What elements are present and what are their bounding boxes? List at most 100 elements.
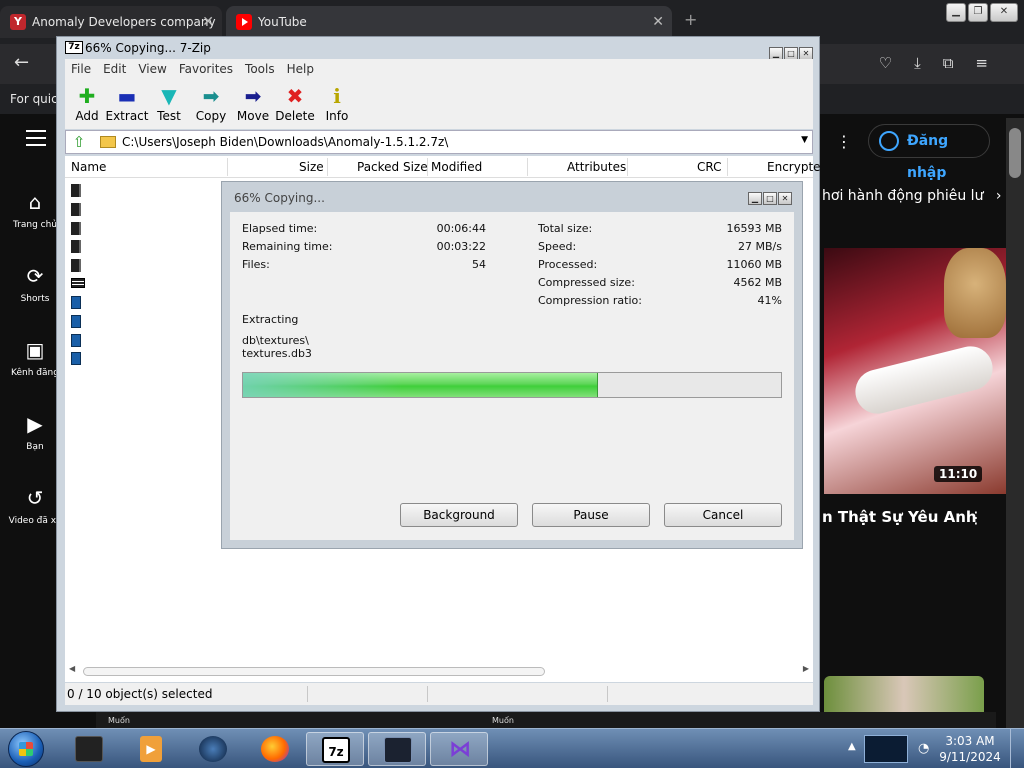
up-folder-icon[interactable]: ⇧ xyxy=(68,133,90,151)
processed-row: Processed: 11060 MB xyxy=(538,258,782,271)
chip-label: hơi hành động phiêu lư xyxy=(822,188,984,204)
column-crc[interactable]: CRC xyxy=(697,160,722,174)
menu-help[interactable]: Help xyxy=(287,62,314,76)
scrollbar-thumb[interactable] xyxy=(83,667,545,676)
compressed-size-row: Compressed size: 4562 MB xyxy=(538,276,782,289)
new-tab-button[interactable]: + xyxy=(684,10,697,29)
browser-tab-title: Anomaly Developers company xyxy=(32,15,216,29)
minimize-button[interactable]: ▁ xyxy=(946,3,966,22)
file-icon[interactable] xyxy=(71,296,81,309)
menu-favorites[interactable]: Favorites xyxy=(179,62,233,76)
chevron-down-icon[interactable]: ▼ xyxy=(801,135,808,145)
current-path: db\textures\ xyxy=(242,334,309,347)
menu-tools[interactable]: Tools xyxy=(245,62,275,76)
file-icon[interactable] xyxy=(71,240,81,253)
column-attributes[interactable]: Attributes xyxy=(567,160,626,174)
scroll-image xyxy=(850,341,998,419)
file-icon[interactable] xyxy=(71,352,81,365)
menu-bar: File Edit View Favorites Tools Help xyxy=(65,59,813,79)
compression-ratio-row: Compression ratio: 41% xyxy=(538,294,782,307)
minimize-button[interactable]: ▁ xyxy=(748,192,762,205)
address-path[interactable]: C:\Users\Joseph Biden\Downloads\Anomaly-… xyxy=(122,135,448,149)
taskbar-app-vlc[interactable]: ▶ xyxy=(122,732,180,766)
pause-button[interactable]: Pause xyxy=(532,503,650,527)
extract-button[interactable]: ▬ Extract xyxy=(105,83,149,123)
taskbar-app-globe[interactable] xyxy=(184,732,242,766)
delete-button[interactable]: ✖ Delete xyxy=(273,83,317,123)
taskbar-app-media[interactable] xyxy=(60,732,118,766)
tray-expand-icon[interactable]: ▲ xyxy=(848,741,856,752)
show-desktop-button[interactable] xyxy=(1010,729,1024,768)
column-modified[interactable]: Modified xyxy=(431,160,482,174)
video-duration-badge: 11:10 xyxy=(934,466,983,482)
taskbar-app-monitor[interactable] xyxy=(368,732,426,766)
tray-app-icon[interactable] xyxy=(864,735,908,763)
close-button[interactable]: ✕ xyxy=(778,192,792,205)
browser-tab-moddb[interactable]: Y Anomaly Developers company ✕ xyxy=(0,6,222,38)
video-thumbnail[interactable] xyxy=(824,248,1006,494)
browser-window-controls: ▁ ❐ ✕ xyxy=(944,3,1018,22)
sevenzip-titlebar[interactable]: 7z 66% Copying... 7-Zip ▁ □ ✕ xyxy=(57,37,819,60)
column-packed-size[interactable]: Packed Size xyxy=(357,160,428,174)
info-button[interactable]: i Info xyxy=(315,83,359,123)
horizontal-scrollbar[interactable]: ◀ ▶ xyxy=(69,664,809,678)
maximize-button[interactable]: ❐ xyxy=(968,3,988,22)
more-options-icon[interactable]: ⋮ xyxy=(836,132,852,151)
video-title[interactable]: n Thật Sự Yêu Anh xyxy=(822,508,977,526)
column-encrypted[interactable]: Encrypte xyxy=(767,160,821,174)
selection-status: 0 / 10 object(s) selected xyxy=(67,687,213,701)
close-tab-icon[interactable]: ✕ xyxy=(202,6,214,38)
tool-label: Info xyxy=(325,109,349,123)
back-arrow-icon[interactable]: ← xyxy=(14,52,29,73)
close-button[interactable]: ✕ xyxy=(990,3,1018,22)
page-scrollbar[interactable] xyxy=(1006,118,1024,728)
file-icon[interactable] xyxy=(71,184,81,197)
browser-toolbar-icons[interactable]: ♡⤓⧉≡ xyxy=(879,54,1010,72)
menu-edit[interactable]: Edit xyxy=(103,62,126,76)
address-bar[interactable]: ⇧ C:\Users\Joseph Biden\Downloads\Anomal… xyxy=(65,130,813,154)
file-icon[interactable] xyxy=(71,259,81,272)
copy-button[interactable]: ➡ Copy xyxy=(189,83,233,123)
network-icon[interactable]: ◔ xyxy=(918,741,929,756)
browser-tab-youtube[interactable]: YouTube ✕ xyxy=(226,6,672,38)
move-button[interactable]: ➡ Move xyxy=(231,83,275,123)
account-icon xyxy=(879,131,899,151)
menu-file[interactable]: File xyxy=(71,62,91,76)
file-icon[interactable] xyxy=(71,203,81,216)
close-tab-icon[interactable]: ✕ xyxy=(652,6,664,38)
taskbar-app-visual-studio[interactable]: ⋈ xyxy=(430,732,488,766)
total-size-value: 16593 MB xyxy=(726,222,782,235)
scroll-right-icon[interactable]: ▶ xyxy=(803,664,809,673)
youtube-favicon xyxy=(236,14,252,30)
file-icon[interactable] xyxy=(71,334,81,347)
start-button[interactable] xyxy=(8,731,44,767)
cancel-button[interactable]: Cancel xyxy=(664,503,782,527)
menu-view[interactable]: View xyxy=(138,62,166,76)
column-name[interactable]: Name xyxy=(71,160,106,174)
add-button[interactable]: ✚ Add xyxy=(65,83,109,123)
file-icon[interactable] xyxy=(71,222,81,235)
chevron-right-icon[interactable]: › xyxy=(996,188,1002,204)
status-bar: 0 / 10 object(s) selected xyxy=(65,683,813,705)
files-value: 54 xyxy=(472,258,486,271)
hamburger-menu-icon[interactable] xyxy=(26,130,46,151)
scroll-left-icon[interactable]: ◀ xyxy=(69,664,75,673)
stat-label: Processed: xyxy=(538,258,598,271)
clock[interactable]: 3:03 AM 9/11/2024 xyxy=(938,733,1002,765)
delete-icon: ✖ xyxy=(286,84,304,108)
sidebar-item-label: Bạn xyxy=(26,442,44,452)
column-size[interactable]: Size xyxy=(299,160,324,174)
tool-label: Add xyxy=(75,109,99,123)
category-chip[interactable]: hơi hành động phiêu lư › xyxy=(822,188,1002,204)
taskbar-app-firefox[interactable] xyxy=(246,732,304,766)
sidebar-item-label: Trang chủ xyxy=(12,220,58,230)
background-button[interactable]: Background xyxy=(400,503,518,527)
file-icon[interactable] xyxy=(71,315,81,328)
taskbar-app-7zip[interactable]: 7z xyxy=(306,732,364,766)
text-file-icon[interactable] xyxy=(71,278,85,288)
video-menu-icon[interactable]: ⋮ xyxy=(968,508,984,527)
test-button[interactable]: ▼ Test xyxy=(147,83,191,123)
copy-progress-dialog: 66% Copying... ▁ □ ✕ Elapsed time: 00:06:4… xyxy=(221,181,803,549)
maximize-button[interactable]: □ xyxy=(763,192,777,205)
sign-in-button[interactable]: Đăng nhập xyxy=(868,124,990,181)
